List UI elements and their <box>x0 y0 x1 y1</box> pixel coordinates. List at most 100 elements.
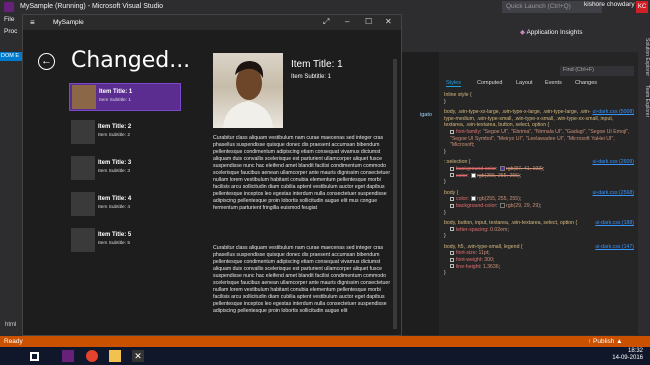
find-input[interactable]: Find (Ctrl+F) <box>560 66 634 76</box>
visual-studio-icon[interactable] <box>62 350 74 362</box>
item-thumbnail <box>72 85 96 109</box>
color-swatch[interactable] <box>499 203 505 209</box>
property-name[interactable]: font-size <box>456 250 476 256</box>
property-checkbox[interactable] <box>450 196 454 201</box>
maximize-button[interactable]: ☐ <box>365 17 372 26</box>
property-name[interactable]: letter-spacing <box>456 227 487 233</box>
visual-studio-logo-icon <box>4 2 14 12</box>
app-window: ≡ MySample ⤢ – ☐ ✕ ← Changed... Item Tit… <box>22 14 402 336</box>
color-swatch[interactable] <box>471 196 477 202</box>
tab-changes[interactable]: Changes <box>575 80 597 86</box>
vs-user-name[interactable]: kishore chowdary <box>584 1 635 8</box>
css-property: color: rgb(255, 255, 255); <box>444 196 634 203</box>
item-title: Item Title: 4 <box>98 196 132 202</box>
property-checkbox[interactable] <box>450 166 454 171</box>
css-rule-close: } <box>444 148 446 155</box>
menu-file[interactable]: File <box>4 16 14 23</box>
item-title: Item Title: 1 <box>99 89 133 95</box>
property-value[interactable]: 300 <box>484 257 493 263</box>
styles-pane: Inline style {} ui-dark.css (5008) body, .… <box>444 92 634 332</box>
item-subtitle: Item Subtitle: 3 <box>98 169 130 174</box>
dom-tree-fragment: igato <box>420 112 432 118</box>
scrollbar[interactable] <box>393 59 397 329</box>
chrome-icon[interactable] <box>86 350 98 362</box>
css-property: background-color: rgb(29, 29, 29); <box>444 203 634 210</box>
property-name[interactable]: font-weight <box>456 257 481 263</box>
page-title: Changed... <box>71 48 191 73</box>
property-name[interactable]: background-color <box>456 203 496 209</box>
list-item[interactable]: Item Title: 5 Item Subtitle: 5 <box>69 227 181 255</box>
clock-date: 14-09-2016 <box>612 355 643 361</box>
property-value[interactable]: 1.3636 <box>483 264 499 270</box>
css-rule-close: } <box>444 233 446 240</box>
person-photo-image <box>223 61 273 128</box>
app-insights-button[interactable]: ◆ Application Insights <box>520 28 582 36</box>
avatar[interactable]: KC <box>636 1 648 13</box>
property-value[interactable]: rgb(29, 29, 29) <box>506 203 540 209</box>
property-value[interactable]: rgb(87, 41, 193) <box>506 166 543 172</box>
property-value[interactable]: 11pt <box>479 250 489 256</box>
property-name[interactable]: font-family <box>456 129 480 135</box>
clock-time: 18:32 <box>627 348 643 354</box>
list-item[interactable]: Item Title: 4 Item Subtitle: 4 <box>69 191 181 219</box>
property-checkbox[interactable] <box>450 264 454 269</box>
css-rule-close: } <box>444 179 446 186</box>
css-rule-source-link[interactable]: ui-dark.css (2568) <box>592 190 634 197</box>
property-value[interactable]: rgb(255, 255, 255) <box>477 173 520 179</box>
tab-layout[interactable]: Layout <box>516 80 533 86</box>
property-name[interactable]: color <box>456 196 467 202</box>
css-rule-close: } <box>444 209 446 216</box>
windows-taskbar: ✕ 18:32 14-09-2016 <box>0 347 650 365</box>
color-swatch[interactable] <box>471 172 477 178</box>
property-checkbox[interactable] <box>450 227 454 232</box>
item-subtitle: Item Subtitle: 2 <box>98 133 130 138</box>
start-button[interactable] <box>30 352 39 361</box>
list-item[interactable]: Item Title: 3 Item Subtitle: 3 <box>69 155 181 183</box>
color-swatch[interactable] <box>499 166 505 172</box>
property-name[interactable]: line-height <box>456 264 480 270</box>
tab-computed[interactable]: Computed <box>477 80 502 86</box>
property-checkbox[interactable] <box>450 251 454 256</box>
css-property: letter-spacing: 0.02em; <box>444 227 634 234</box>
clock: 18:32 14-09-2016 <box>609 348 643 362</box>
list-item[interactable]: Item Title: 1 Item Subtitle: 1 <box>69 83 181 111</box>
back-button[interactable]: ← <box>38 53 55 70</box>
css-property: font-weight: 300; <box>444 257 634 264</box>
css-rule-source-link[interactable]: ui-dark.css (147) <box>595 244 634 251</box>
close-button[interactable]: ✕ <box>385 17 392 26</box>
property-value[interactable]: rgb(255, 255, 255) <box>477 196 520 202</box>
property-checkbox[interactable] <box>450 129 454 134</box>
css-rule-source-link[interactable]: ui-dark.css (5008) <box>592 109 634 116</box>
property-checkbox[interactable] <box>450 257 454 262</box>
file-explorer-icon[interactable] <box>109 350 121 362</box>
app-taskbar-icon[interactable]: ✕ <box>132 350 144 362</box>
property-name[interactable]: color <box>456 173 467 179</box>
app-title-bar: ≡ MySample ⤢ – ☐ ✕ <box>23 15 401 30</box>
fullscreen-icon[interactable]: ⤢ <box>323 17 329 27</box>
css-selector: Inline style { <box>444 92 472 98</box>
minimize-button[interactable]: – <box>345 17 349 26</box>
css-property: background-color: rgb(87, 41, 193); <box>444 166 634 173</box>
vs-title-bar: MySample (Running) - Microsoft Visual St… <box>0 0 650 14</box>
publish-button[interactable]: ↑ Publish ▲ <box>588 338 623 345</box>
property-checkbox[interactable] <box>450 203 454 208</box>
solution-explorer-tab-strip: Solution Explorer Team Explorer <box>638 38 650 335</box>
dom-explorer-tab[interactable]: DOM E <box>0 52 22 61</box>
css-property: font-size: 11pt; <box>444 250 634 257</box>
detail-subtitle: Item Subtitle: 1 <box>291 74 332 80</box>
tab-styles[interactable]: Styles <box>446 80 461 87</box>
item-title: Item Title: 3 <box>98 160 132 166</box>
property-name[interactable]: background-color <box>456 166 496 172</box>
tab-events[interactable]: Events <box>545 80 562 86</box>
hamburger-menu-icon[interactable]: ≡ <box>30 18 35 27</box>
status-bar: Ready ↑ Publish ▲ <box>0 336 650 347</box>
css-rule-source-link[interactable]: ui-dark.css (188) <box>595 220 634 227</box>
property-value[interactable]: 0.02em <box>490 227 507 233</box>
list-item[interactable]: Item Title: 2 Item Subtitle: 2 <box>69 119 181 147</box>
property-checkbox[interactable] <box>450 173 454 178</box>
team-explorer-tab[interactable]: Team Explorer <box>644 85 650 117</box>
html-tab[interactable]: html <box>5 322 16 328</box>
item-thumbnail <box>71 120 95 144</box>
solution-explorer-tab[interactable]: Solution Explorer <box>644 38 650 76</box>
css-rule-source-link[interactable]: ui-dark.css (2609) <box>592 159 634 166</box>
